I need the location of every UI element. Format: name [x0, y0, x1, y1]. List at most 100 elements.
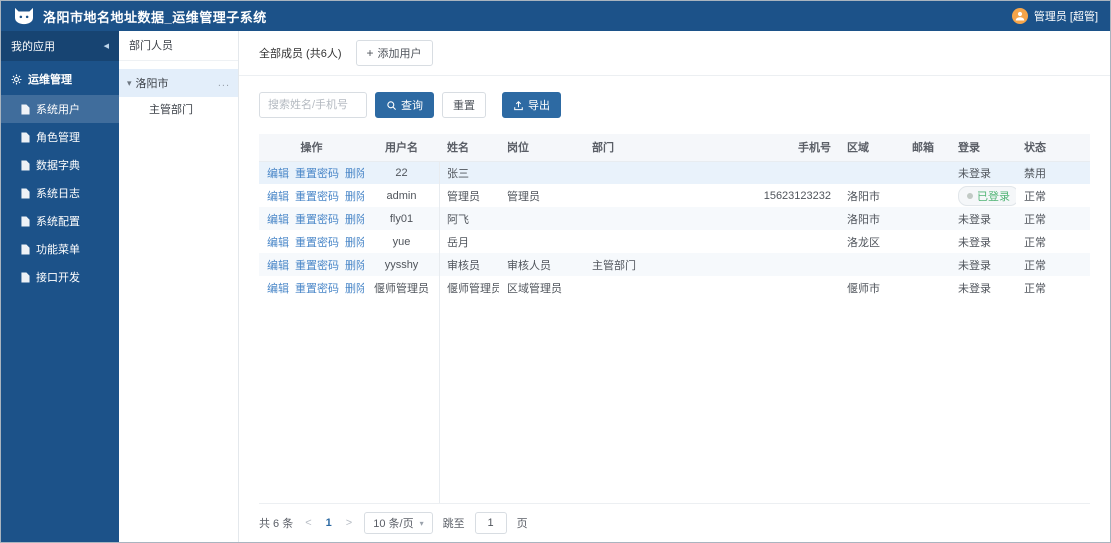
sidebar-item-label: 接口开发	[36, 272, 80, 284]
user-table-body: 编辑重置密码删除22张三未登录禁用编辑重置密码删除admin管理员管理员1562…	[259, 161, 1090, 299]
column-header: 操作	[259, 134, 364, 162]
username-cell: fly01	[389, 212, 414, 225]
current-page-number[interactable]: 1	[324, 517, 334, 529]
add-user-button[interactable]: + 添加用户	[355, 40, 433, 66]
sidebar-item-api-development[interactable]: 接口开发	[1, 263, 119, 291]
document-icon	[21, 104, 30, 114]
row-actions-cell: 编辑重置密码删除	[259, 230, 364, 253]
export-button-label: 导出	[528, 100, 550, 112]
name-cell: 偃师管理员	[447, 282, 499, 295]
row-actions-cell: 编辑重置密码删除	[259, 253, 364, 276]
reset-password-action-link[interactable]: 重置密码	[295, 214, 339, 226]
delete-action-link[interactable]: 删除	[345, 191, 364, 203]
edit-action-link[interactable]: 编辑	[267, 191, 289, 203]
edit-action-link[interactable]: 编辑	[267, 260, 289, 272]
status-cell: 禁用	[1024, 167, 1046, 180]
delete-action-link[interactable]: 删除	[345, 237, 364, 249]
sidebar-item-function-menu[interactable]: 功能菜单	[1, 235, 119, 263]
my-apps-toggle[interactable]: 我的应用 ◀	[1, 31, 119, 61]
region-cell	[839, 253, 904, 276]
edit-action-link[interactable]: 编辑	[267, 168, 289, 180]
column-header: 部门	[584, 134, 739, 162]
delete-action-link[interactable]: 删除	[345, 260, 364, 272]
query-button[interactable]: 查询	[375, 92, 434, 118]
page-size-select[interactable]: 10 条/页 ▾	[364, 512, 433, 534]
next-page-button[interactable]: >	[344, 517, 354, 529]
region-cell: 洛阳市	[847, 190, 880, 203]
fixed-column-divider	[439, 161, 440, 503]
user-table: 操作用户名姓名岗位部门手机号区域邮箱登录状态 编辑重置密码删除22张三未登录禁用…	[259, 134, 1090, 504]
department-panel-title: 部门人员	[119, 31, 238, 61]
prev-page-button[interactable]: <	[303, 517, 313, 529]
position-cell: 审核人员	[507, 259, 551, 272]
export-icon	[514, 100, 523, 110]
delete-action-link[interactable]: 删除	[345, 168, 364, 180]
username-cell: yue	[392, 235, 411, 248]
reset-password-action-link[interactable]: 重置密码	[295, 168, 339, 180]
table-row: 编辑重置密码删除 22 张三 未登录 禁用	[259, 161, 1090, 184]
add-user-label: 添加用户	[377, 48, 422, 60]
login-cell: 未登录	[958, 282, 991, 295]
reset-password-action-link[interactable]: 重置密码	[295, 191, 339, 203]
tree-node-luoyang[interactable]: ▾ 洛阳市 ...	[119, 69, 238, 97]
login-cell: 已登录	[950, 184, 1016, 207]
app-logo-icon	[15, 7, 33, 25]
document-icon	[21, 160, 30, 170]
export-button[interactable]: 导出	[502, 92, 561, 118]
sidebar-item-system-config[interactable]: 系统配置	[1, 207, 119, 235]
table-row: 编辑重置密码删除 yue 岳月 洛龙区 未登录 正常	[259, 230, 1090, 253]
email-cell	[904, 207, 950, 230]
phone-cell	[739, 276, 839, 299]
sidebar-item-system-users[interactable]: 系统用户	[1, 95, 119, 123]
column-header: 邮箱	[904, 134, 950, 162]
row-actions-cell: 编辑重置密码删除	[259, 184, 364, 207]
delete-action-link[interactable]: 删除	[345, 214, 364, 226]
username-cell: admin	[386, 189, 417, 202]
sidebar-item-label: 系统配置	[36, 216, 80, 228]
jump-page-input[interactable]	[474, 512, 507, 534]
caret-down-icon[interactable]: ▾	[127, 78, 132, 89]
email-cell	[904, 230, 950, 253]
sidebar-item-data-dictionary[interactable]: 数据字典	[1, 151, 119, 179]
search-toolbar: 查询 重置 导出	[259, 92, 1090, 118]
table-row: 编辑重置密码删除 fly01 阿飞 洛阳市 未登录 正常	[259, 207, 1090, 230]
tree-node-supervisor-dept[interactable]: 主管部门	[119, 97, 238, 123]
total-count-label: 共 6 条	[259, 518, 294, 530]
sidebar-item-system-logs[interactable]: 系统日志	[1, 179, 119, 207]
phone-cell: 15623123232	[763, 189, 831, 202]
edit-action-link[interactable]: 编辑	[267, 283, 289, 295]
person-icon	[1015, 11, 1025, 21]
status-cell: 正常	[1024, 282, 1046, 295]
collapse-left-icon[interactable]: ◀	[104, 42, 109, 50]
main-content: 全部成员 (共6人) + 添加用户 查询 重置	[239, 31, 1110, 542]
reset-password-action-link[interactable]: 重置密码	[295, 283, 339, 295]
column-header: 状态	[1016, 134, 1090, 162]
sidebar-item-label: 系统日志	[36, 188, 80, 200]
members-count-label: 全部成员 (共6人)	[259, 48, 342, 60]
position-cell	[499, 230, 584, 253]
user-info[interactable]: 管理员 [超管]	[1011, 8, 1098, 24]
table-row: 编辑重置密码删除偃师管理员偃师管理员区域管理员偃师市未登录正常	[259, 276, 1090, 299]
node-more-button[interactable]: ...	[218, 77, 230, 89]
username-cell: 偃师管理员	[374, 282, 429, 295]
sidebar-item-label: 角色管理	[36, 132, 80, 144]
user-name-label: 管理员 [超管]	[1033, 11, 1098, 23]
sidebar-section-ops-management[interactable]: 运维管理	[1, 61, 119, 95]
edit-action-link[interactable]: 编辑	[267, 237, 289, 249]
name-cell: 张三	[447, 167, 469, 180]
department-panel: 部门人员 ▾ 洛阳市 ... 主管部门	[119, 31, 239, 542]
document-icon	[21, 272, 30, 282]
brand: 洛阳市地名地址数据_运维管理子系统	[13, 7, 267, 26]
reset-button[interactable]: 重置	[442, 92, 486, 118]
search-input[interactable]	[259, 92, 367, 118]
reset-password-action-link[interactable]: 重置密码	[295, 237, 339, 249]
search-icon	[387, 100, 397, 110]
column-header: 岗位	[499, 134, 584, 162]
edit-action-link[interactable]: 编辑	[267, 214, 289, 226]
name-cell: 审核员	[447, 259, 480, 272]
reset-password-action-link[interactable]: 重置密码	[295, 260, 339, 272]
column-header: 手机号	[739, 134, 839, 162]
sidebar-item-role-management[interactable]: 角色管理	[1, 123, 119, 151]
position-cell: 管理员	[507, 190, 540, 203]
delete-action-link[interactable]: 删除	[345, 283, 364, 295]
